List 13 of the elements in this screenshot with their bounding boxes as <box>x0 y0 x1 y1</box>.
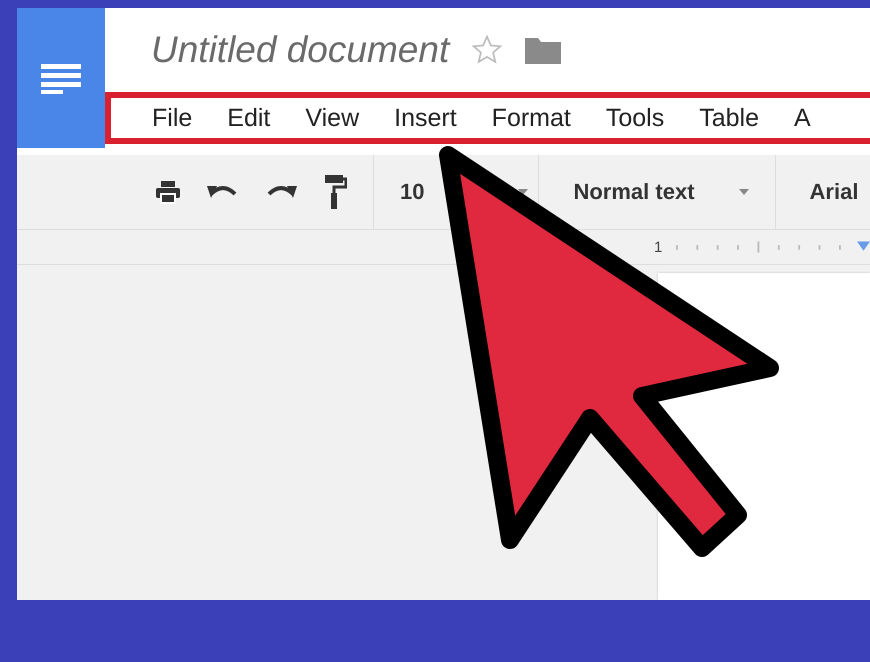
menu-item[interactable]: Format <box>492 104 571 132</box>
menu-item[interactable]: View <box>305 104 360 132</box>
menu-item[interactable]: A <box>794 104 811 132</box>
menu-item[interactable]: Tools <box>606 104 664 132</box>
menu-item[interactable]: Edit <box>227 104 270 132</box>
menu-item[interactable]: File <box>152 104 192 132</box>
font-selector[interactable]: Arial <box>810 179 858 205</box>
menu-item[interactable]: Table <box>699 104 759 132</box>
document-title[interactable]: Untitled document <box>151 29 450 71</box>
ruler-number: 1 <box>654 238 662 256</box>
menu-item[interactable]: Insert <box>394 104 457 132</box>
paragraph-style-selector[interactable]: Normal text <box>573 179 695 205</box>
font-size-selector[interactable]: 10 <box>400 179 424 205</box>
